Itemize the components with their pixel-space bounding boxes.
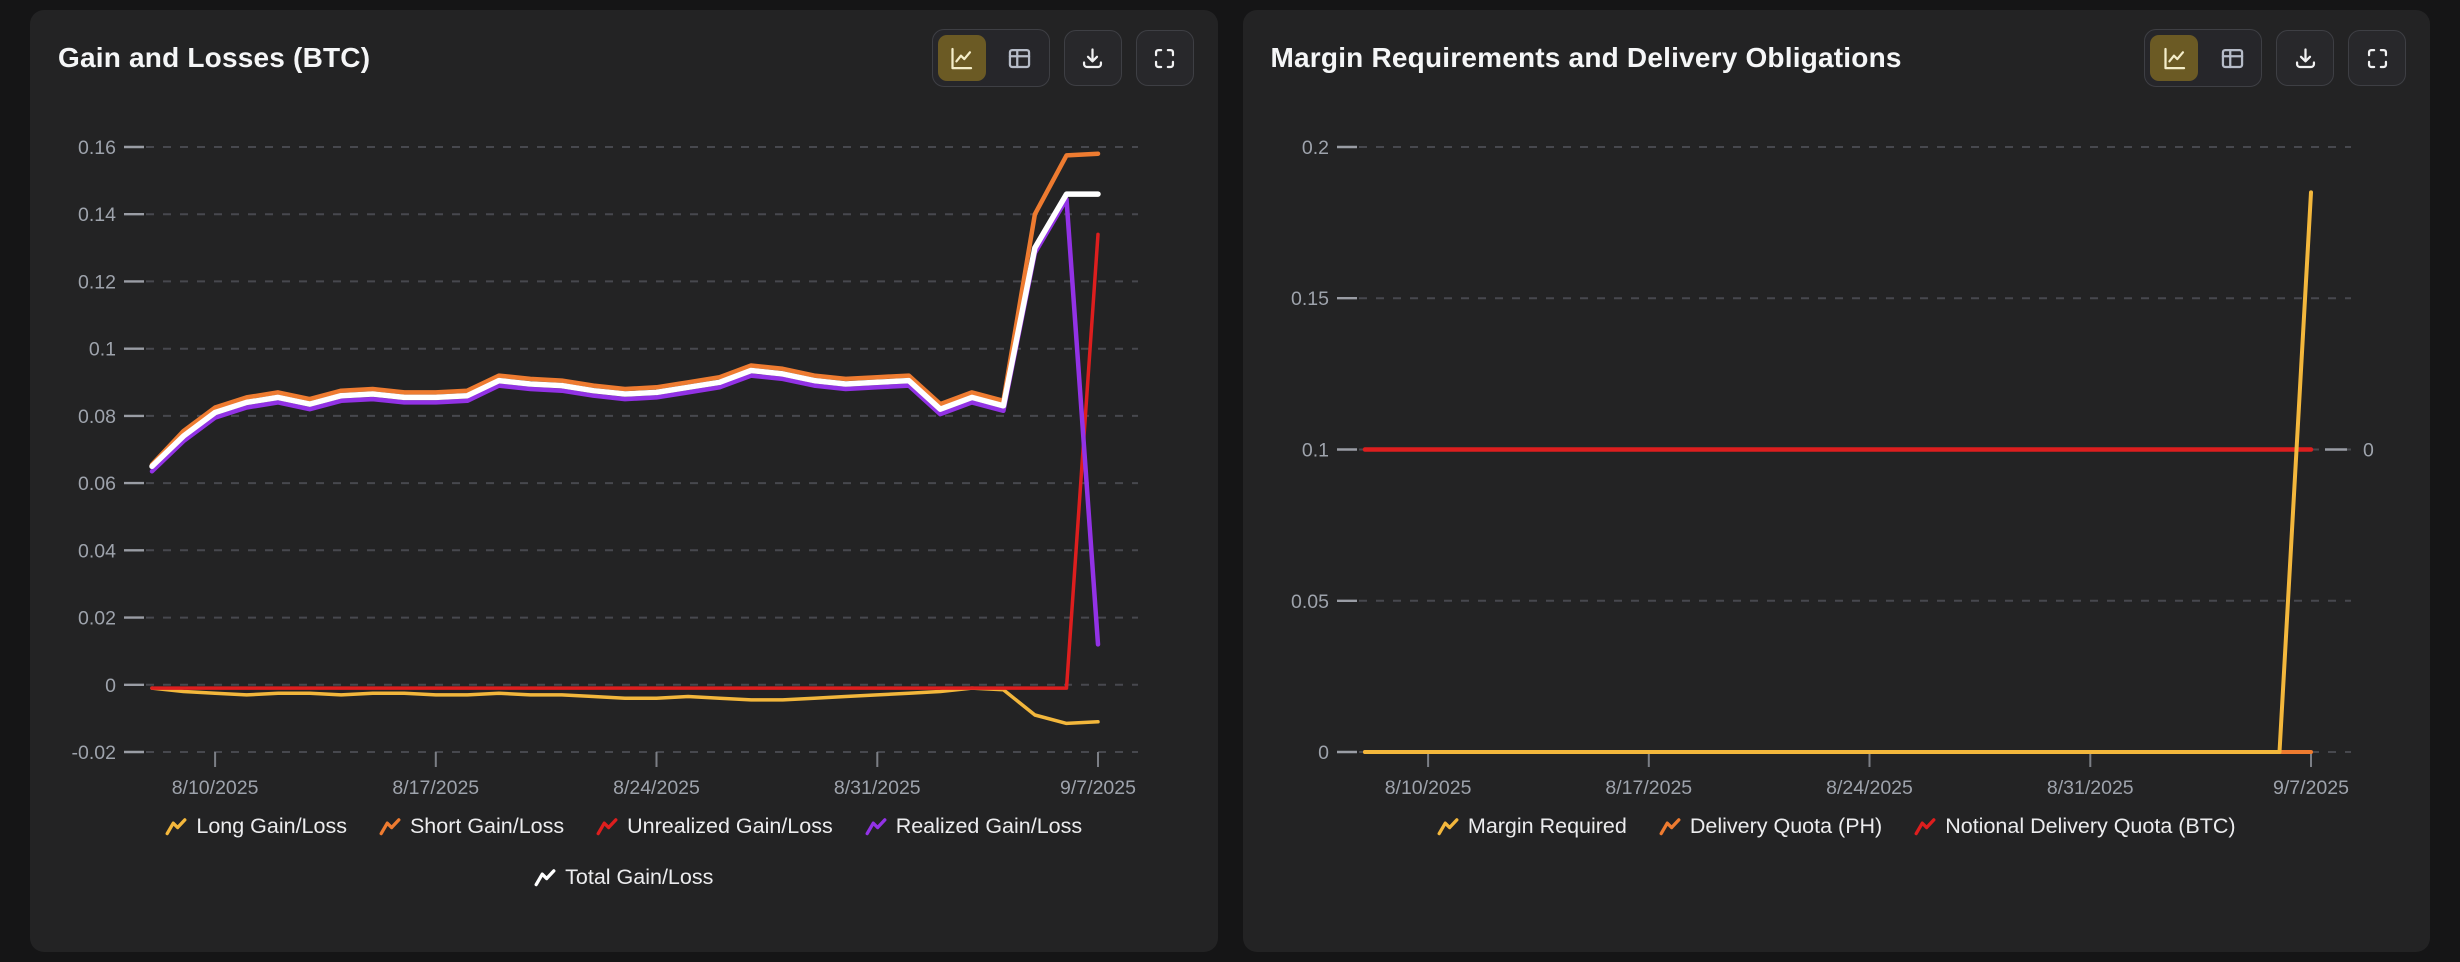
legend-item-total-gain-loss[interactable]: Total Gain/Loss: [534, 865, 713, 890]
download-icon: [1079, 45, 1106, 72]
trend-icon: [1659, 817, 1681, 837]
line-chart-icon: [2161, 45, 2188, 72]
legend-label: Short Gain/Loss: [410, 814, 564, 839]
panel-header: Gain and Losses (BTC): [30, 10, 1218, 88]
x-axis-label: 9/7/2025: [1060, 777, 1136, 799]
x-axis-label: 8/17/2025: [1605, 777, 1692, 799]
fullscreen-button[interactable]: [1136, 30, 1194, 86]
x-axis-label: 8/31/2025: [2046, 777, 2133, 799]
trend-icon: [596, 817, 618, 837]
download-button[interactable]: [1064, 30, 1122, 86]
y-axis-label: 0.1: [1301, 440, 1328, 462]
x-axis-label: 8/10/2025: [1384, 777, 1471, 799]
x-axis-label: 8/10/2025: [172, 777, 259, 799]
legend-item-realized-gain-loss[interactable]: Realized Gain/Loss: [865, 814, 1082, 839]
legend-label: Notional Delivery Quota (BTC): [1945, 814, 2235, 839]
y-axis-label: 0.15: [1291, 288, 1329, 310]
table-icon: [1006, 45, 1033, 72]
right-axis-label: 0: [2363, 440, 2374, 462]
legend-item-unrealized-gain-loss[interactable]: Unrealized Gain/Loss: [596, 814, 833, 839]
trend-icon: [1914, 817, 1936, 837]
legend-label: Long Gain/Loss: [196, 814, 347, 839]
fullscreen-button[interactable]: [2348, 30, 2406, 86]
panel-gain-and-losses: Gain and Losses (BTC) 0.16 0.14 0.12 0.1 0.0…: [30, 10, 1218, 952]
x-axis-label: 8/31/2025: [834, 777, 921, 799]
trend-icon: [1437, 817, 1459, 837]
trend-icon: [165, 817, 187, 837]
chart-legend: Long Gain/Loss Short Gain/Loss Unrealized …: [84, 814, 1164, 890]
series-line-total-gain-loss: [152, 194, 1098, 466]
fullscreen-icon: [2364, 45, 2391, 72]
legend-label: Total Gain/Loss: [565, 865, 713, 890]
trend-icon: [865, 817, 887, 837]
legend-label: Realized Gain/Loss: [896, 814, 1082, 839]
y-axis-label: 0.02: [78, 608, 116, 630]
download-icon: [2292, 45, 2319, 72]
line-chart-view-button[interactable]: [938, 35, 986, 81]
y-axis-label: 0.06: [78, 473, 116, 495]
table-view-button[interactable]: [2208, 35, 2256, 81]
page-title: Gain and Losses (BTC): [58, 42, 370, 74]
series-line-long-gain-loss: [152, 688, 1098, 723]
trend-icon: [379, 817, 401, 837]
x-axis-label: 8/17/2025: [392, 777, 479, 799]
y-axis-label: 0.2: [1301, 137, 1328, 159]
y-axis-label: 0.1: [89, 339, 116, 361]
legend-item-margin-required[interactable]: Margin Required: [1437, 814, 1627, 839]
y-axis-label: 0: [105, 675, 116, 697]
chart-toolbar: [2144, 29, 2406, 87]
legend-label: Unrealized Gain/Loss: [627, 814, 833, 839]
panel-header: Margin Requirements and Delivery Obligat…: [1243, 10, 2431, 88]
x-axis-label: 8/24/2025: [1826, 777, 1913, 799]
table-view-button[interactable]: [996, 35, 1044, 81]
trend-icon: [534, 868, 556, 888]
x-axis-label: 8/24/2025: [613, 777, 700, 799]
series-line-realized-gain-loss: [152, 199, 1098, 644]
download-button[interactable]: [2276, 30, 2334, 86]
y-axis-label: 0.05: [1291, 591, 1329, 613]
legend-label: Margin Required: [1468, 814, 1627, 839]
series-line-unrealized-gain-loss: [152, 234, 1098, 688]
view-switcher: [2144, 29, 2262, 87]
y-axis-label: 0.04: [78, 540, 116, 562]
y-axis-label: 0.16: [78, 137, 116, 159]
table-icon: [2219, 45, 2246, 72]
legend-item-notional-delivery-quota-btc[interactable]: Notional Delivery Quota (BTC): [1914, 814, 2235, 839]
y-axis-label: 0: [1318, 742, 1329, 764]
y-axis-label: -0.02: [72, 742, 116, 764]
x-axis-label: 9/7/2025: [2273, 777, 2349, 799]
y-axis-label: 0.08: [78, 406, 116, 428]
line-chart-view-button[interactable]: [2150, 35, 2198, 81]
legend-item-long-gain-loss[interactable]: Long Gain/Loss: [165, 814, 347, 839]
gain-and-losses-chart[interactable]: 0.16 0.14 0.12 0.1 0.08 0.06 0.04 0.02 0 -0.02 8/1…: [40, 92, 1203, 804]
series-line-margin-required: [1365, 192, 2311, 752]
legend-item-short-gain-loss[interactable]: Short Gain/Loss: [379, 814, 564, 839]
y-axis-label: 0.14: [78, 204, 116, 226]
chart-legend: Margin Required Delivery Quota (PH) Notion…: [1296, 814, 2376, 839]
line-chart-icon: [948, 45, 975, 72]
page-title: Margin Requirements and Delivery Obligat…: [1271, 42, 1902, 74]
y-axis-label: 0.12: [78, 271, 116, 293]
series-line-short-gain-loss: [152, 154, 1098, 465]
legend-label: Delivery Quota (PH): [1690, 814, 1882, 839]
legend-item-delivery-quota-ph[interactable]: Delivery Quota (PH): [1659, 814, 1882, 839]
margin-requirements-chart[interactable]: 0.2 0.15 0.1 0.05 0 8/10/2025 8/17/2025 8/24/20…: [1253, 92, 2416, 804]
panel-margin-requirements: Margin Requirements and Delivery Obligat…: [1243, 10, 2431, 952]
view-switcher: [932, 29, 1050, 87]
fullscreen-icon: [1151, 45, 1178, 72]
chart-toolbar: [932, 29, 1194, 87]
